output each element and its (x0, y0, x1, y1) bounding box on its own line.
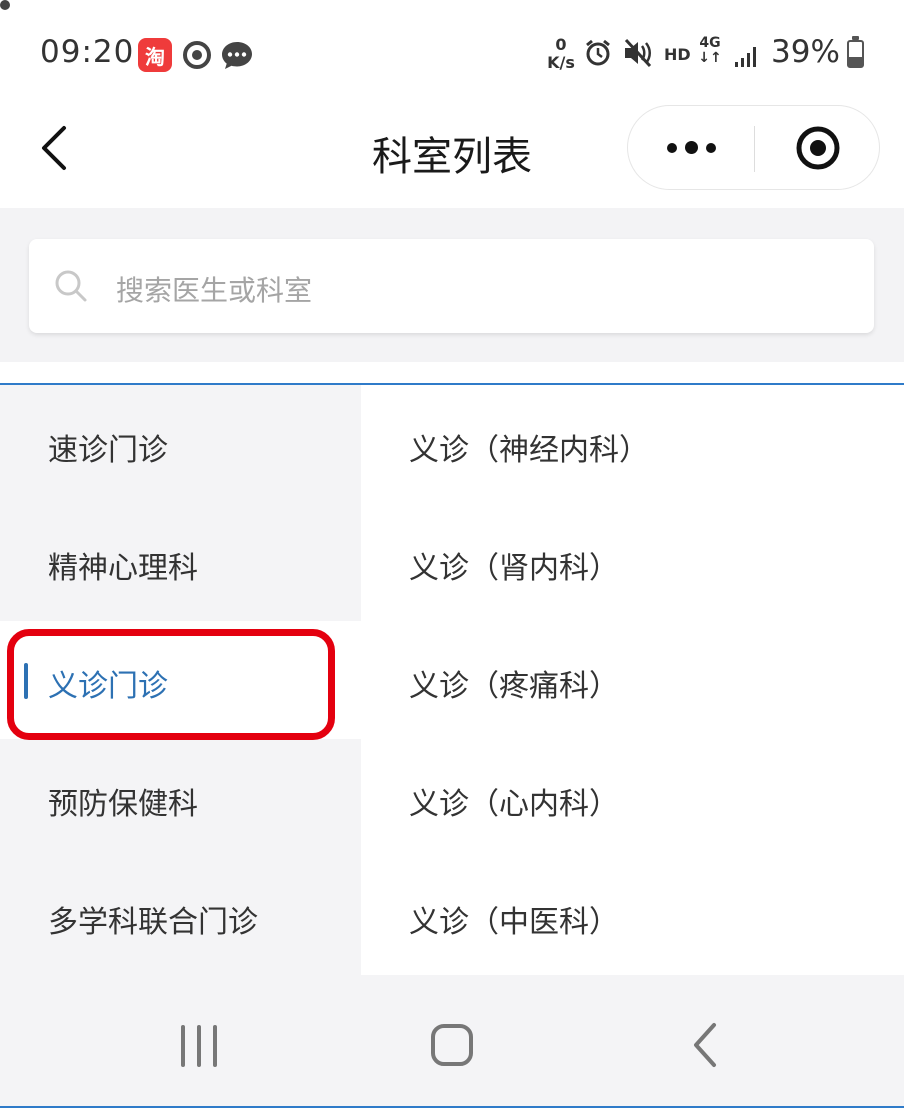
search-area: 搜索医生或科室 (0, 208, 904, 362)
department-item[interactable]: 多学科联合门诊 (0, 857, 361, 975)
signal-icon (734, 42, 760, 72)
ring-app-icon (180, 38, 214, 72)
sub-department-label: 义诊（神经内科） (409, 433, 649, 468)
hd-label: HD (664, 45, 691, 64)
mini-program-capsule (627, 105, 880, 190)
net-speed-value: 0 (555, 35, 567, 54)
department-label: 精神心理科 (48, 551, 198, 586)
network-type: 4G ↓↑ (698, 36, 722, 66)
home-icon (431, 1024, 473, 1066)
target-close-icon (796, 126, 839, 169)
chat-app-icon (220, 38, 254, 72)
network-type-label: 4G (699, 35, 721, 51)
active-indicator (24, 663, 28, 699)
department-item-active[interactable]: 义诊门诊 (0, 621, 361, 739)
department-label: 预防保健科 (48, 787, 198, 822)
department-label: 多学科联合门诊 (48, 905, 258, 940)
nav-bar: 科室列表 (0, 100, 904, 208)
department-list: 速诊门诊 精神心理科 义诊门诊 预防保健科 多学科联合门诊 (0, 385, 361, 975)
battery-percent: 39% (771, 34, 840, 70)
spacer (0, 362, 904, 383)
notification-dot-icon (0, 0, 10, 10)
department-label: 速诊门诊 (48, 433, 168, 468)
sub-department-item[interactable]: 义诊（神经内科） (361, 385, 904, 503)
sub-department-item[interactable]: 义诊（心内科） (361, 739, 904, 857)
status-bar: 09:20 淘 0 K/s HD 4G ↓↑ 39% (0, 0, 904, 100)
sub-department-label: 义诊（中医科） (409, 905, 619, 940)
home-button[interactable] (422, 1015, 482, 1075)
battery-fill (849, 56, 862, 66)
more-dots-icon (666, 142, 677, 153)
sub-department-item[interactable]: 义诊（肾内科） (361, 503, 904, 621)
more-dots-icon (684, 141, 698, 154)
net-speed-unit: K/s (547, 53, 575, 72)
search-input[interactable]: 搜索医生或科室 (29, 239, 874, 333)
close-button[interactable] (755, 106, 880, 189)
taobao-app-icon: 淘 (138, 38, 172, 72)
system-back-icon (694, 1023, 716, 1067)
sub-department-item[interactable]: 义诊（疼痛科） (361, 621, 904, 739)
more-button[interactable] (628, 106, 754, 189)
search-icon (53, 268, 89, 308)
system-nav-bar (0, 975, 904, 1106)
system-back-button[interactable] (676, 1015, 736, 1075)
department-item[interactable]: 精神心理科 (0, 503, 361, 621)
alarm-icon (584, 38, 612, 72)
recent-apps-button[interactable] (169, 1015, 229, 1075)
data-arrows-icon: ↓↑ (698, 50, 722, 66)
sub-department-list: 义诊（神经内科） 义诊（肾内科） 义诊（疼痛科） 义诊（心内科） 义诊（中医科） (361, 385, 904, 975)
battery-icon (847, 36, 864, 68)
more-dots-icon (705, 142, 716, 153)
department-label: 义诊门诊 (48, 669, 168, 704)
department-item[interactable]: 速诊门诊 (0, 385, 361, 503)
status-time: 09:20 (40, 34, 135, 70)
sub-department-item[interactable]: 义诊（中医科） (361, 857, 904, 975)
sub-department-label: 义诊（心内科） (409, 787, 619, 822)
net-speed: 0 K/s (543, 36, 579, 72)
sub-department-label: 义诊（肾内科） (409, 551, 619, 586)
mute-icon (622, 38, 654, 72)
department-item[interactable]: 预防保健科 (0, 739, 361, 857)
search-placeholder: 搜索医生或科室 (116, 274, 313, 307)
sub-department-label: 义诊（疼痛科） (409, 669, 619, 704)
recent-apps-icon (181, 1025, 217, 1067)
